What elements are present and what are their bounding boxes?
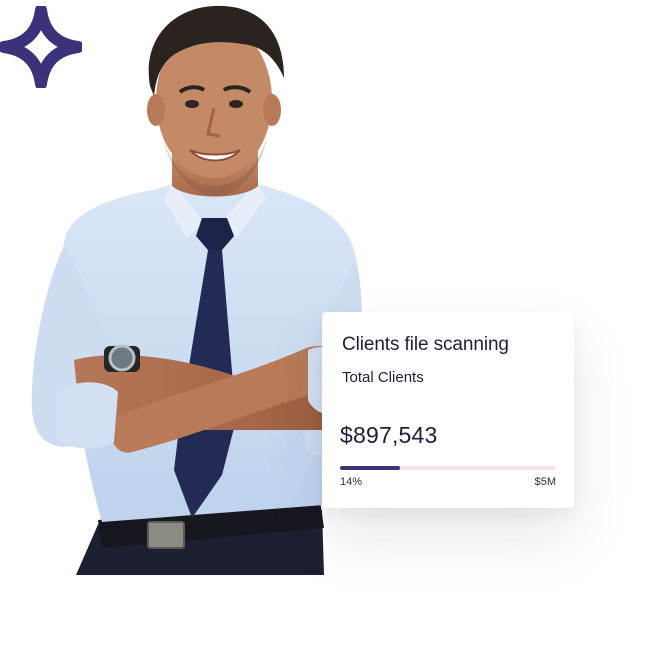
card-subtitle: Total Clients — [342, 369, 424, 386]
progress-track — [340, 466, 555, 470]
progress-min-label: 14% — [340, 476, 363, 488]
progress-max-label: $5M — [534, 476, 556, 488]
total-amount: $897,543 — [340, 422, 438, 448]
card-title: Clients file scanning — [342, 334, 509, 355]
clients-stats-card: Clients file scanning Total Clients $897… — [322, 312, 574, 508]
person-photo — [31, 5, 362, 575]
hero-stage: Clients file scanning Total Clients $897… — [0, 0, 653, 649]
progress-fill — [340, 466, 400, 470]
